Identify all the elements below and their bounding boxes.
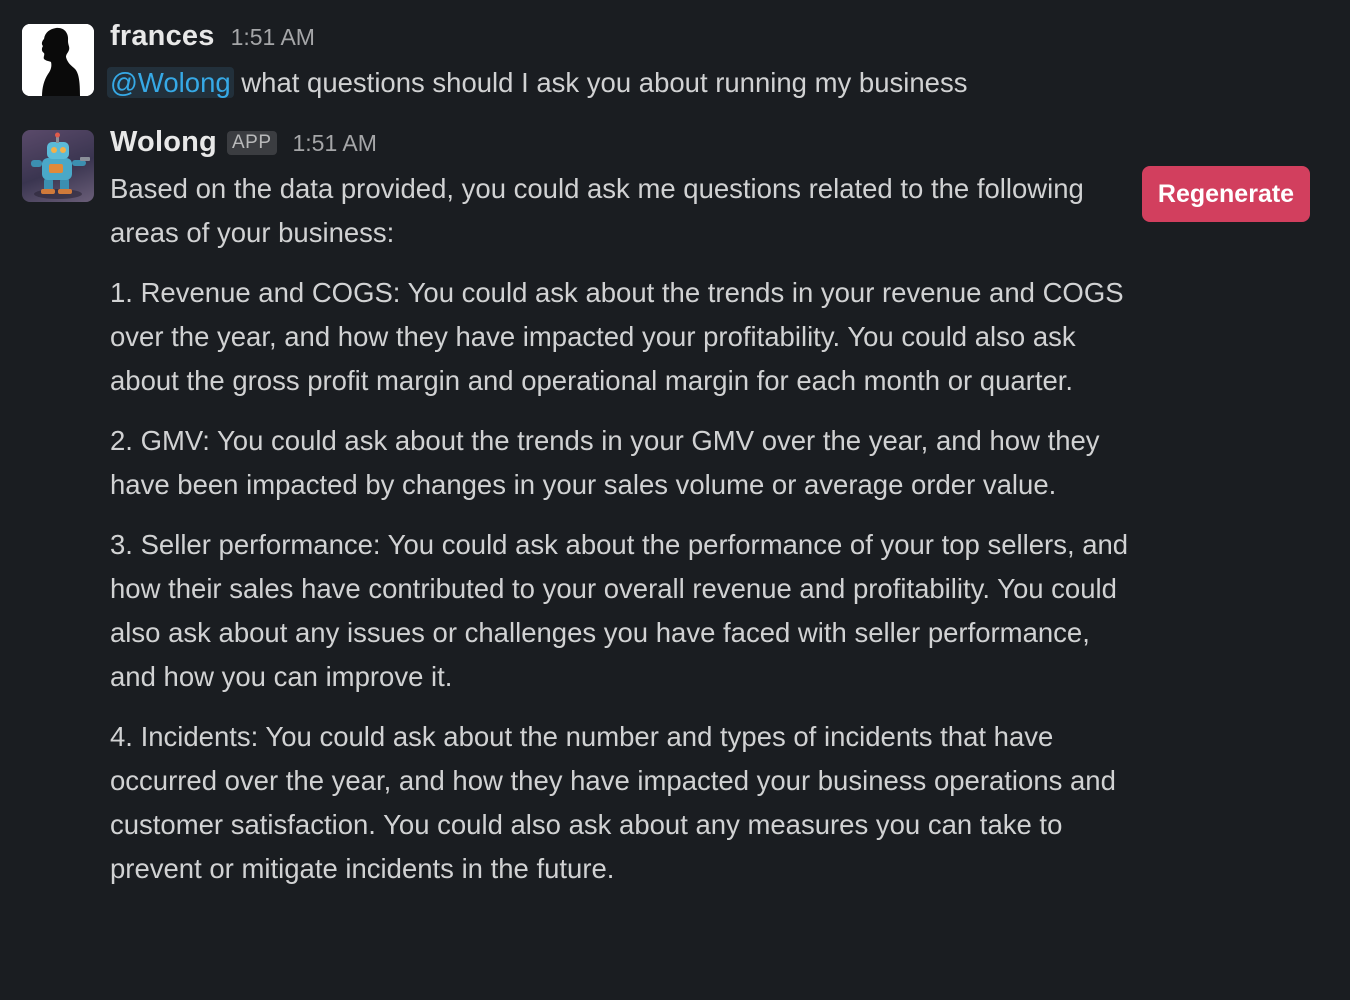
app-badge: APP bbox=[226, 131, 277, 155]
robot-avatar-icon[interactable] bbox=[22, 130, 94, 202]
author-name[interactable]: Wolong bbox=[110, 126, 217, 159]
message-header: Wolong APP 1:51 AM bbox=[110, 126, 377, 159]
paragraph-gmv: 2. GMV: You could ask about the trends i… bbox=[110, 425, 1100, 500]
silhouette-avatar-icon[interactable] bbox=[22, 24, 94, 96]
paragraph-seller-performance: 3. Seller performance: You could ask abo… bbox=[110, 529, 1129, 692]
message-text: @Wolong what questions should I ask you … bbox=[107, 61, 968, 105]
message-body: what questions should I ask you about ru… bbox=[233, 67, 968, 98]
message-header: frances 1:51 AM bbox=[110, 20, 315, 53]
message-text: Based on the data provided, you could as… bbox=[110, 167, 1130, 891]
timestamp[interactable]: 1:51 AM bbox=[293, 130, 377, 157]
paragraph-incidents: 4. Incidents: You could ask about the nu… bbox=[110, 721, 1116, 884]
user-mention[interactable]: @Wolong bbox=[107, 67, 234, 98]
regenerate-button[interactable]: Regenerate bbox=[1142, 166, 1310, 222]
timestamp[interactable]: 1:51 AM bbox=[231, 24, 315, 51]
paragraph-revenue-cogs: 1. Revenue and COGS: You could ask about… bbox=[110, 277, 1124, 396]
paragraph-intro: Based on the data provided, you could as… bbox=[110, 173, 1084, 248]
author-name[interactable]: frances bbox=[110, 20, 215, 53]
